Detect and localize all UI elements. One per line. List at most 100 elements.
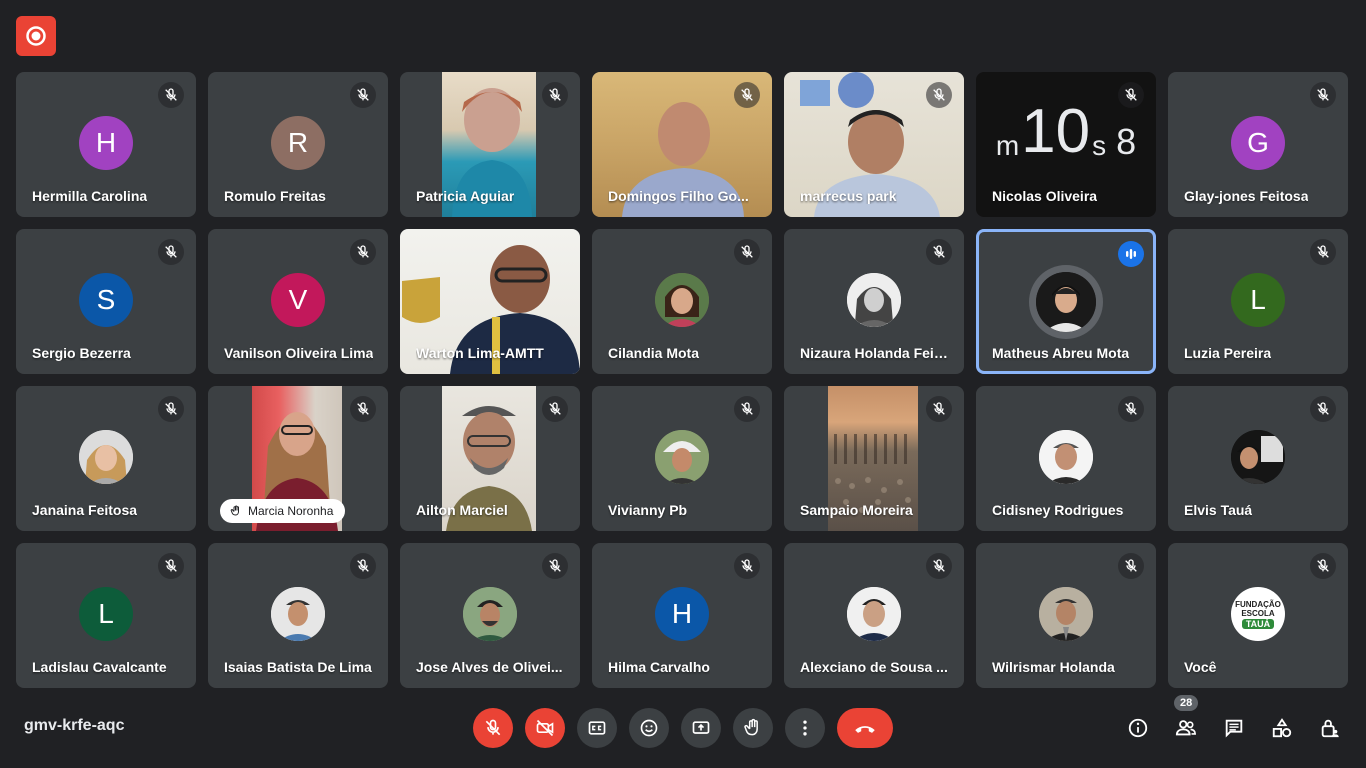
- shapes-icon: [1272, 718, 1292, 738]
- participant-name: Matheus Abreu Mota: [992, 345, 1130, 361]
- more-options-button[interactable]: [785, 708, 825, 748]
- participant-name: Cidisney Rodrigues: [992, 502, 1124, 518]
- participant-tile[interactable]: Cidisney Rodrigues: [976, 386, 1156, 531]
- call-controls: [473, 708, 893, 748]
- participant-tile-self[interactable]: FUNDAÇÃO ESCOLA TAUÁ Você: [1168, 543, 1348, 688]
- participant-name: marrecus park: [800, 188, 897, 204]
- mic-off-icon: [158, 82, 184, 108]
- mic-off-icon: [350, 553, 376, 579]
- speaking-indicator-icon: [1118, 241, 1144, 267]
- people-button[interactable]: 28: [1166, 695, 1206, 748]
- participant-name: Vanilson Oliveira Lima: [224, 345, 374, 361]
- avatar: [79, 430, 133, 484]
- participant-name: Marcia Noronha: [248, 504, 334, 518]
- meeting-details-button[interactable]: [1118, 708, 1158, 748]
- participant-name: Ailton Marciel: [416, 502, 508, 518]
- participant-tile[interactable]: marrecus park: [784, 72, 964, 217]
- more-vert-icon: [803, 720, 807, 736]
- participant-count-badge: 28: [1174, 695, 1199, 711]
- mic-off-icon: [350, 239, 376, 265]
- raise-hand-button[interactable]: [733, 708, 773, 748]
- participant-tile[interactable]: Marcia Noronha: [208, 386, 388, 531]
- mic-off-icon: [158, 396, 184, 422]
- participant-tile[interactable]: m 10 s 8 Nicolas Oliveira: [976, 72, 1156, 217]
- participant-tile[interactable]: Wilrismar Holanda: [976, 543, 1156, 688]
- mic-off-icon: [734, 396, 760, 422]
- activities-button[interactable]: [1262, 708, 1302, 748]
- participant-name: Elvis Tauá: [1184, 502, 1253, 518]
- participant-tile[interactable]: Cilandia Mota: [592, 229, 772, 374]
- avatar: [1036, 272, 1096, 332]
- participant-name: Cilandia Mota: [608, 345, 700, 361]
- clock-text: s: [1092, 130, 1107, 161]
- present-screen-button[interactable]: [681, 708, 721, 748]
- participant-name: Domingos Filho Go...: [608, 188, 749, 204]
- participant-tile[interactable]: Warton Lima-AMTT: [400, 229, 580, 374]
- logo-text: FUNDAÇÃO: [1235, 599, 1281, 609]
- chat-button[interactable]: [1214, 708, 1254, 748]
- participant-tile[interactable]: Isaias Batista De Lima: [208, 543, 388, 688]
- avatar: [1039, 587, 1093, 641]
- leave-call-button[interactable]: [837, 708, 893, 748]
- host-controls-button[interactable]: [1310, 708, 1350, 748]
- participant-tile[interactable]: Patricia Aguiar: [400, 72, 580, 217]
- participant-tile[interactable]: S Sergio Bezerra: [16, 229, 196, 374]
- mic-off-icon: [158, 239, 184, 265]
- captions-button[interactable]: [577, 708, 617, 748]
- mic-off-icon: [350, 82, 376, 108]
- participant-tile[interactable]: Janaina Feitosa: [16, 386, 196, 531]
- participant-name: Hilma Carvalho: [608, 659, 710, 675]
- participant-grid: H Hermilla Carolina R Romulo Freitas Pat…: [16, 72, 1348, 688]
- people-icon: [1175, 720, 1196, 736]
- participant-tile[interactable]: L Luzia Pereira: [1168, 229, 1348, 374]
- participant-tile[interactable]: Elvis Tauá: [1168, 386, 1348, 531]
- recording-indicator[interactable]: [16, 16, 56, 56]
- participant-name: Nizaura Holanda Feit...: [800, 345, 950, 361]
- participant-name: Isaias Batista De Lima: [224, 659, 372, 675]
- participant-tile[interactable]: Alexciano de Sousa ...: [784, 543, 964, 688]
- info-icon: [1128, 718, 1148, 738]
- participant-tile[interactable]: Domingos Filho Go...: [592, 72, 772, 217]
- participant-tile[interactable]: Nizaura Holanda Feit...: [784, 229, 964, 374]
- participant-name: Wilrismar Holanda: [992, 659, 1115, 675]
- participant-tile[interactable]: Jose Alves de Olivei...: [400, 543, 580, 688]
- participant-tile[interactable]: L Ladislau Cavalcante: [16, 543, 196, 688]
- participant-name: Patricia Aguiar: [416, 188, 515, 204]
- camera-toggle-button[interactable]: [525, 708, 565, 748]
- participant-name: Janaina Feitosa: [32, 502, 138, 518]
- record-icon: [26, 26, 46, 46]
- participant-tile[interactable]: R Romulo Freitas: [208, 72, 388, 217]
- participant-name: Hermilla Carolina: [32, 188, 148, 204]
- avatar: [847, 273, 901, 327]
- participant-name: Ladislau Cavalcante: [32, 659, 167, 675]
- participant-tile[interactable]: V Vanilson Oliveira Lima: [208, 229, 388, 374]
- mic-off-icon: [542, 396, 568, 422]
- mic-off-icon: [1118, 553, 1144, 579]
- avatar: [1039, 430, 1093, 484]
- participant-name: Sampaio Moreira: [800, 502, 913, 518]
- reactions-button[interactable]: [629, 708, 669, 748]
- participant-tile[interactable]: Vivianny Pb: [592, 386, 772, 531]
- participant-tile[interactable]: Ailton Marciel: [400, 386, 580, 531]
- participant-tile-active-speaker[interactable]: Matheus Abreu Mota: [976, 229, 1156, 374]
- participant-name: Romulo Freitas: [224, 188, 326, 204]
- meeting-code: gmv-krfe-aqc: [24, 717, 125, 734]
- avatar: FUNDAÇÃO ESCOLA TAUÁ: [1231, 587, 1285, 641]
- avatar: [847, 587, 901, 641]
- avatar: [271, 587, 325, 641]
- participant-name: Jose Alves de Olivei...: [416, 659, 563, 675]
- camera-off-icon: [536, 719, 554, 737]
- participant-name: Glay-jones Feitosa: [1184, 188, 1309, 204]
- participant-tile[interactable]: G Glay-jones Feitosa: [1168, 72, 1348, 217]
- participant-name: Luzia Pereira: [1184, 345, 1272, 361]
- mic-off-icon: [734, 553, 760, 579]
- participant-tile[interactable]: Sampaio Moreira: [784, 386, 964, 531]
- avatar: G: [1231, 116, 1285, 170]
- mic-off-icon: [542, 82, 568, 108]
- participant-tile[interactable]: H Hermilla Carolina: [16, 72, 196, 217]
- participant-tile[interactable]: H Hilma Carvalho: [592, 543, 772, 688]
- mic-off-icon: [926, 82, 952, 108]
- participant-name: Você: [1184, 659, 1217, 675]
- microphone-toggle-button[interactable]: [473, 708, 513, 748]
- avatar: R: [271, 116, 325, 170]
